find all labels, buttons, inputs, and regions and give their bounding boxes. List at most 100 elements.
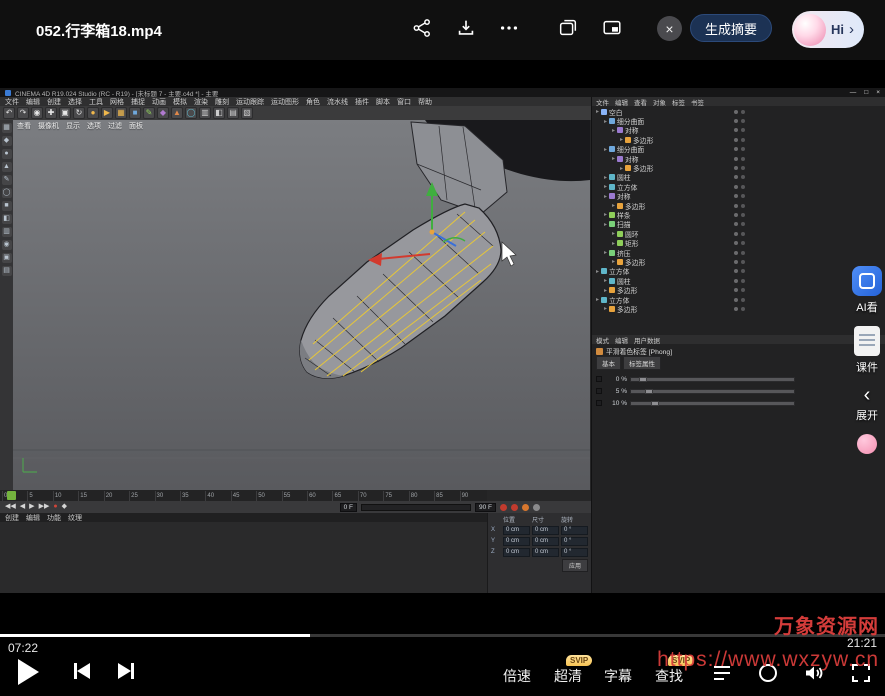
object-manager-menu-item: 书签 [691,97,704,107]
menu-item: 动画 [152,97,166,106]
visibility-toggles [734,298,745,302]
visibility-toggles [734,232,745,236]
timeline-tick: 35 [180,491,205,501]
maximize-icon: □ [864,89,868,96]
close-button[interactable]: × [657,16,682,41]
ai-watch-button[interactable]: AI看 [852,266,882,315]
coordinates-col-label: 尺寸 [532,515,559,524]
assistant-icon[interactable] [857,434,877,454]
close-icon: × [665,21,673,37]
object-row: ▸ 多边形 [592,201,885,210]
video-content[interactable]: CINEMA 4D R19.024 Studio (RC - R19) - [未… [0,88,885,593]
tool-icon: ▥ [199,107,211,119]
object-icon [617,127,623,133]
object-icon [609,146,615,152]
player-header: 052.行李箱18.mp4 × 生成摘要 Hi › [0,0,885,60]
generate-summary-button[interactable]: 生成摘要 [690,14,772,42]
keyframe-icon: ◆ [62,502,67,512]
visibility-toggles [734,279,745,283]
object-row: ▸ 空白 [592,107,885,116]
materials-menu-item: 纹理 [68,513,82,523]
more-icon[interactable] [497,17,521,41]
mode-icon: ● [2,149,12,159]
mode-icon: ■ [2,201,12,211]
visibility-toggles [734,288,745,292]
timeline-tick: 40 [205,491,230,501]
tool-icon: ✚ [45,107,57,119]
slider [630,401,795,406]
c4d-mode-toolbar: ▦◆●▲✎◯■◧▥◉▣▤ [0,120,13,490]
menu-item: 雕刻 [215,97,229,106]
visibility-toggles [734,260,745,264]
viewport: 查看摄像机显示选项过滤面板 [13,120,590,490]
coordinates-grid: X 0 cm 0 cm 0 ° Y 0 cm 0 cm 0 ° [491,526,588,557]
axis-label: Z [491,548,501,557]
slider-value: 5 % [605,388,627,395]
mini-player-icon[interactable] [600,17,624,41]
tool-icon: ◆ [157,107,169,119]
frame-start-field: 0 F [340,503,357,512]
timeline-tick: 75 [383,491,408,501]
video-player: 052.行李箱18.mp4 × 生成摘要 Hi › CINEMA 4D R1 [0,0,885,696]
speed-button[interactable]: 倍速 [503,666,531,686]
c4d-title-text: CINEMA 4D R19.024 Studio (RC - R19) - [未… [15,88,218,97]
courseware-button[interactable]: 课件 [854,326,880,375]
attribute-sliders: 0 % 5 % 10 % [596,373,846,409]
minimize-icon: — [850,89,857,96]
expand-arrow-icon: ▸ [602,287,609,294]
transport-icon: ▶▶ [39,502,50,512]
timeline-tick: 80 [409,491,434,501]
axis-label: X [491,526,501,535]
expand-button[interactable]: ‹ 展开 [856,386,878,423]
ai-watch-label: AI看 [856,299,877,315]
attribute-slider-row: 10 % [596,397,846,409]
size-field: 0 cm [532,548,559,557]
object-icon [625,165,631,171]
timeline-tick: 65 [332,491,357,501]
timeline-tick: 90 [460,491,485,501]
video-title: 052.行李箱18.mp4 [36,20,162,41]
visibility-toggles [734,138,745,142]
subtitle-button[interactable]: 字幕 [604,666,632,686]
menu-item: 运动跟踪 [236,97,264,106]
menu-item: 选择 [68,97,82,106]
transport-icon: ◀ [20,502,25,512]
size-field: 0 cm [532,526,559,535]
menu-item: 窗口 [397,97,411,106]
phong-tag-icon [596,348,603,355]
account-button[interactable]: Hi › [792,11,864,48]
expand-arrow-icon: ▸ [602,174,609,181]
previous-button[interactable] [74,663,90,679]
share-icon[interactable] [410,17,434,41]
expand-arrow-icon: ▸ [602,183,609,190]
materials-menu-item: 编辑 [26,513,40,523]
object-icon [625,137,631,143]
watermark-url: https://www.wxzyw.cn [657,648,879,672]
timeline-playhead [7,491,16,500]
object-icon [617,203,623,209]
position-field: 0 cm [503,548,530,557]
play-button[interactable] [18,659,39,685]
capture-icon[interactable] [556,17,580,41]
tool-icon: ▦ [115,107,127,119]
next-button[interactable] [118,663,134,679]
rotation-field: 0 ° [561,537,588,546]
expand-arrow-icon: ▸ [602,193,609,200]
timeline-tick: 15 [78,491,103,501]
expand-arrow-icon: ▸ [594,296,601,303]
progress-bar[interactable] [0,634,885,637]
courseware-icon [854,326,880,356]
mode-icon: ◉ [2,240,12,250]
expand-label: 展开 [856,407,878,423]
quality-button[interactable]: 超清 [554,666,582,686]
c4d-right-panel: 文件编辑查看对象标签书签 ▸ 空白 ▸ [591,97,885,593]
tag-title-text: 平滑着色标签 [Phong] [606,346,672,356]
materials-menubar: 创建编辑功能纹理 [0,513,487,522]
object-icon [609,212,615,218]
transport-icon: ◀◀ [5,502,16,512]
menu-item: 渲染 [194,97,208,106]
timeline-tick: 45 [231,491,256,501]
download-icon[interactable] [454,17,478,41]
tool-icon: ▤ [227,107,239,119]
materials-menu-item: 功能 [47,513,61,523]
